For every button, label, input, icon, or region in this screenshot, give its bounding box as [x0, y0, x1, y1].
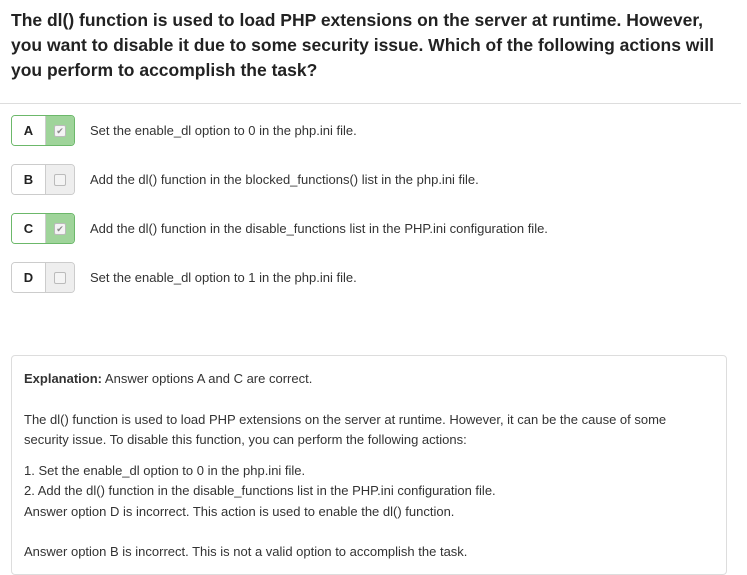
explanation-panel: Explanation: Answer options A and C are …	[11, 355, 727, 575]
option-checkbox[interactable]	[46, 165, 74, 194]
checkbox-icon	[54, 173, 66, 186]
option-checkbox[interactable]: ✔	[46, 214, 74, 243]
explanation-label: Explanation:	[24, 371, 103, 386]
explanation-paragraph: The dl() function is used to load PHP ex…	[24, 411, 667, 448]
answer-option-a[interactable]: A ✔ Set the enable_dl option to 0 in the…	[11, 115, 357, 146]
divider	[0, 103, 741, 104]
option-text: Set the enable_dl option to 1 in the php…	[90, 270, 357, 285]
explanation-incorrect-d: Answer option D is incorrect. This actio…	[24, 503, 455, 519]
answer-option-c[interactable]: C ✔ Add the dl() function in the disable…	[11, 213, 548, 244]
option-text: Add the dl() function in the blocked_fun…	[90, 172, 479, 187]
answer-option-d[interactable]: D Set the enable_dl option to 1 in the p…	[11, 262, 357, 293]
option-letter: A	[12, 116, 46, 145]
option-checkbox[interactable]: ✔	[46, 116, 74, 145]
option-text: Add the dl() function in the disable_fun…	[90, 221, 548, 236]
explanation-step-2: 2. Add the dl() function in the disable_…	[24, 483, 496, 498]
checkbox-icon	[54, 271, 66, 284]
checkmark-icon: ✔	[54, 222, 66, 235]
option-selector[interactable]: C ✔	[11, 213, 75, 244]
explanation-step-1: 1. Set the enable_dl option to 0 in the …	[24, 462, 306, 478]
question-text: The dl() function is used to load PHP ex…	[11, 10, 714, 80]
option-selector[interactable]: D	[11, 262, 75, 293]
option-text: Set the enable_dl option to 0 in the php…	[90, 123, 357, 138]
explanation-incorrect-b: Answer option B is incorrect. This is no…	[24, 544, 468, 559]
option-letter: C	[12, 214, 46, 243]
option-selector[interactable]: B	[11, 164, 75, 195]
checkmark-icon: ✔	[54, 124, 66, 137]
option-checkbox[interactable]	[46, 263, 74, 292]
answer-option-b[interactable]: B Add the dl() function in the blocked_f…	[11, 164, 479, 195]
explanation-summary: Answer options A and C are correct.	[104, 371, 313, 386]
option-letter: B	[12, 165, 46, 194]
option-selector[interactable]: A ✔	[11, 115, 75, 146]
option-letter: D	[12, 263, 46, 292]
